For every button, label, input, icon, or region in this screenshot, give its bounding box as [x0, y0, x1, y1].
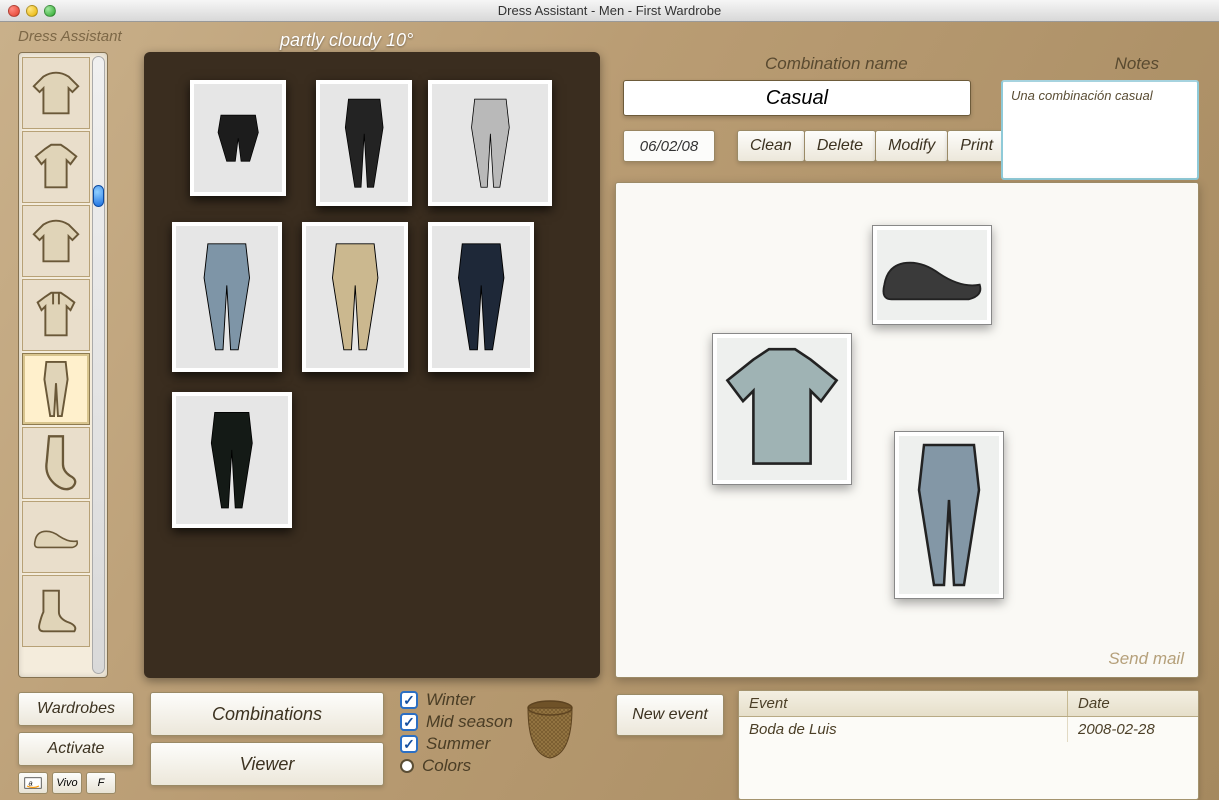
checkbox-icon: [400, 713, 418, 731]
shirt-icon: [31, 138, 81, 196]
checkbox-icon: [400, 735, 418, 753]
f-mini-button[interactable]: F: [86, 772, 116, 794]
filter-colors[interactable]: Colors: [400, 756, 513, 776]
filter-summer[interactable]: Summer: [400, 734, 513, 754]
category-longsleeve[interactable]: [22, 205, 90, 277]
notes-textarea[interactable]: Una combinación casual: [1001, 80, 1199, 180]
event-name: Boda de Luis: [739, 717, 1068, 742]
trash-icon[interactable]: [520, 698, 580, 760]
sweater-icon: [31, 64, 81, 122]
category-sidebar: [18, 52, 108, 678]
print-button[interactable]: Print: [947, 130, 1006, 162]
catalog-item-cargo-grey[interactable]: [428, 80, 552, 206]
notes-label: Notes: [1115, 54, 1159, 74]
category-sweater[interactable]: [22, 57, 90, 129]
svg-text:a: a: [29, 778, 33, 787]
category-boots[interactable]: [22, 575, 90, 647]
minimize-window-button[interactable]: [26, 5, 38, 17]
delete-button[interactable]: Delete: [804, 130, 876, 162]
polo-icon: [31, 286, 81, 344]
radio-icon: [400, 759, 414, 773]
titlebar: Dress Assistant - Men - First Wardrobe: [0, 0, 1219, 22]
combination-name-input[interactable]: [623, 80, 971, 116]
vivo-mini-button[interactable]: Vivo: [52, 772, 82, 794]
catalog-item-pants-black[interactable]: [316, 80, 412, 206]
send-mail-link[interactable]: Send mail: [1108, 649, 1184, 669]
pants-icon: [31, 360, 81, 418]
checkbox-icon: [400, 691, 418, 709]
outfit-item-dress-shirt[interactable]: [712, 333, 852, 485]
clean-button[interactable]: Clean: [737, 130, 805, 162]
category-polo[interactable]: [22, 279, 90, 351]
category-pants[interactable]: [22, 353, 90, 425]
catalog-panel: [144, 52, 600, 678]
close-window-button[interactable]: [8, 5, 20, 17]
sidebar-scroll-thumb[interactable]: [93, 185, 104, 207]
boots-icon: [31, 582, 81, 640]
category-socks[interactable]: [22, 427, 90, 499]
catalog-item-jeans-blue[interactable]: [172, 222, 282, 372]
event-row[interactable]: Boda de Luis2008-02-28: [739, 717, 1198, 742]
category-shoes[interactable]: [22, 501, 90, 573]
events-table: Event Date Boda de Luis2008-02-28: [738, 690, 1199, 800]
events-header-event: Event: [739, 691, 1068, 716]
filter-midseason[interactable]: Mid season: [400, 712, 513, 732]
amazon-mini-button[interactable]: a: [18, 772, 48, 794]
catalog-item-jeans-dark[interactable]: [428, 222, 534, 372]
outfit-item-dress-shoes[interactable]: [872, 225, 992, 325]
catalog-item-khaki-pants[interactable]: [302, 222, 408, 372]
event-date: 2008-02-28: [1068, 717, 1198, 742]
shoes-icon: [31, 508, 81, 566]
filter-winter[interactable]: Winter: [400, 690, 513, 710]
catalog-item-pants-dark[interactable]: [172, 392, 292, 528]
catalog-item-shorts-black[interactable]: [190, 80, 286, 196]
socks-icon: [31, 434, 81, 492]
wardrobes-button[interactable]: Wardrobes: [18, 692, 134, 726]
combination-name-label: Combination name: [765, 54, 908, 74]
combinations-button[interactable]: Combinations: [150, 692, 384, 736]
events-header-date: Date: [1068, 691, 1198, 716]
category-shirt[interactable]: [22, 131, 90, 203]
longsleeve-icon: [31, 212, 81, 270]
new-event-button[interactable]: New event: [616, 694, 724, 736]
combination-date[interactable]: 06/02/08: [623, 130, 715, 162]
viewer-button[interactable]: Viewer: [150, 742, 384, 786]
modify-button[interactable]: Modify: [875, 130, 948, 162]
window-title: Dress Assistant - Men - First Wardrobe: [0, 3, 1219, 18]
weather-label: partly cloudy 10°: [280, 30, 413, 51]
activate-button[interactable]: Activate: [18, 732, 134, 766]
outfit-item-dress-jeans[interactable]: [894, 431, 1004, 599]
outfit-canvas[interactable]: Send mail: [615, 182, 1199, 678]
zoom-window-button[interactable]: [44, 5, 56, 17]
app-name-label: Dress Assistant: [18, 28, 122, 45]
sidebar-scrollbar[interactable]: [92, 56, 105, 674]
